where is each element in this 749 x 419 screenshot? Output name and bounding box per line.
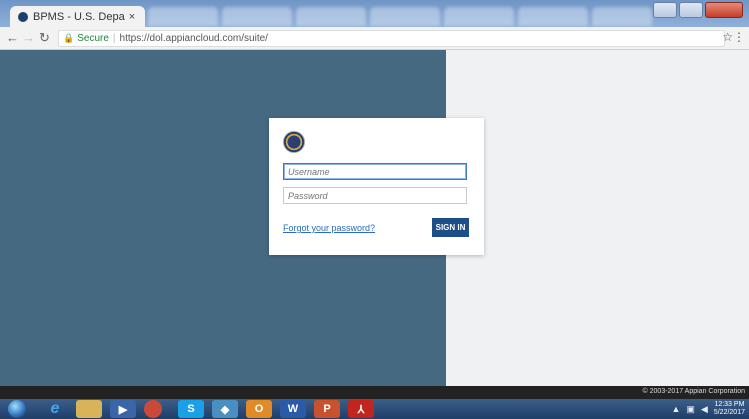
- username-input[interactable]: [283, 163, 467, 180]
- login-card: Forgot your password? SIGN IN: [269, 118, 484, 255]
- skype-icon[interactable]: S: [178, 400, 204, 418]
- tab-inactive[interactable]: [148, 7, 218, 26]
- url-text: https://dol.appiancloud.com/suite/: [119, 33, 268, 44]
- browser-tab-bar: BPMS - U.S. Departmen ×: [0, 0, 749, 27]
- separator: |: [112, 33, 116, 44]
- ie-icon[interactable]: e: [42, 400, 68, 418]
- clock[interactable]: 12:33 PM 5/22/2017: [714, 401, 745, 417]
- dol-seal-logo: [283, 131, 305, 153]
- tab-inactive[interactable]: [222, 7, 292, 26]
- acrobat-icon[interactable]: ⅄: [348, 400, 374, 418]
- menu-dots-icon[interactable]: ⋮: [733, 30, 745, 44]
- page-footer: © 2003-2017 Appian Corporation: [0, 386, 749, 399]
- tab-inactive[interactable]: [444, 7, 514, 26]
- site-favicon-icon: [18, 11, 28, 22]
- bookmark-star-icon[interactable]: ☆: [722, 30, 733, 44]
- powerpoint-icon[interactable]: P: [314, 400, 340, 418]
- start-button[interactable]: [8, 400, 26, 418]
- forgot-password-link[interactable]: Forgot your password?: [283, 223, 375, 233]
- password-input[interactable]: [283, 187, 467, 204]
- page-content: Forgot your password? SIGN IN: [0, 50, 749, 386]
- network-app-icon[interactable]: ◆: [212, 400, 238, 418]
- tab-inactive[interactable]: [370, 7, 440, 26]
- network-tray-icon[interactable]: ▣: [686, 404, 695, 415]
- forward-arrow-icon[interactable]: →: [22, 30, 35, 45]
- minimize-button[interactable]: [653, 2, 677, 18]
- tab-bpms[interactable]: BPMS - U.S. Departmen ×: [10, 6, 145, 27]
- url-input[interactable]: 🔒 Secure | https://dol.appiancloud.com/s…: [58, 30, 725, 47]
- lock-icon: 🔒: [63, 33, 75, 43]
- copyright-text: © 2003-2017 Appian Corporation: [642, 388, 745, 395]
- clock-time: 12:33 PM: [714, 401, 745, 408]
- tab-close-icon[interactable]: ×: [125, 11, 139, 23]
- folder-icon[interactable]: [76, 400, 102, 418]
- word-icon[interactable]: W: [280, 400, 306, 418]
- tab-inactive[interactable]: [518, 7, 588, 26]
- volume-tray-icon[interactable]: ◀: [701, 404, 708, 415]
- address-bar: ← → ↻ 🔒 Secure | https://dol.appiancloud…: [0, 27, 749, 50]
- close-window-button[interactable]: [705, 2, 743, 18]
- tab-title: BPMS - U.S. Departmen: [33, 10, 125, 23]
- reload-icon[interactable]: ↻: [39, 30, 50, 46]
- sign-in-button[interactable]: SIGN IN: [432, 218, 469, 237]
- outlook-icon[interactable]: O: [246, 400, 272, 418]
- secure-label: Secure: [77, 33, 109, 44]
- window-controls: [653, 2, 743, 18]
- maximize-button[interactable]: [679, 2, 703, 18]
- media-player-icon[interactable]: ▶: [110, 400, 136, 418]
- back-arrow-icon[interactable]: ←: [6, 30, 19, 45]
- tab-inactive[interactable]: [296, 7, 366, 26]
- chrome-icon[interactable]: [144, 400, 162, 418]
- taskbar: e ▶ S ◆ O W P ⅄ ▲ ▣ ◀ 12:33 PM 5/22/2017: [0, 399, 749, 419]
- clock-date: 5/22/2017: [713, 409, 745, 416]
- tab-inactive[interactable]: [592, 7, 652, 26]
- system-tray: ▲ ▣ ◀ 12:33 PM 5/22/2017: [671, 399, 745, 419]
- tray-arrow-icon[interactable]: ▲: [671, 404, 680, 414]
